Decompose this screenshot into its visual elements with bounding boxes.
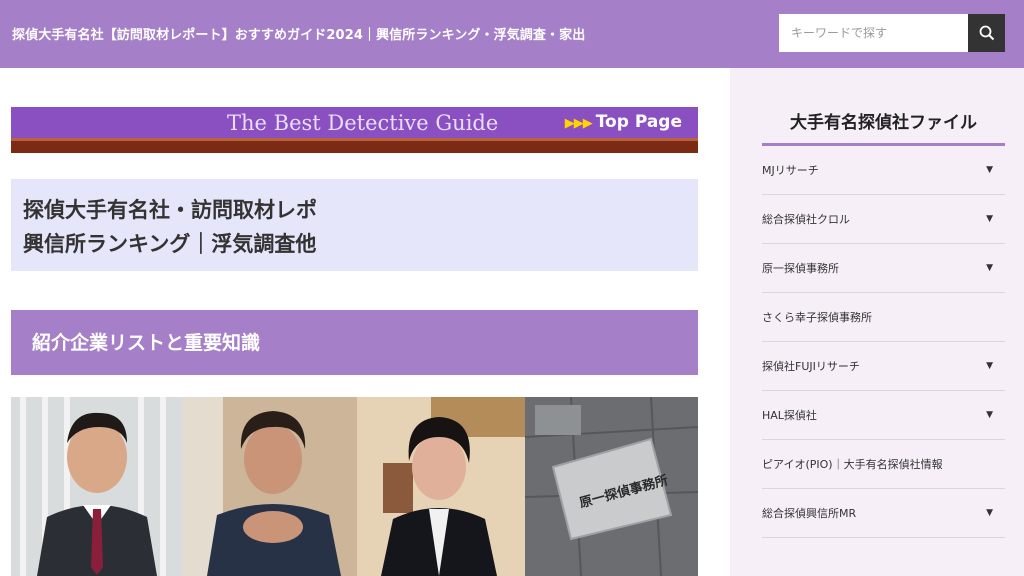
section-title: 紹介企業リストと重要知識 [32, 332, 261, 354]
chevron-down-icon[interactable]: ▼ [986, 165, 993, 175]
top-page-link[interactable]: ▶▶▶ Top Page [565, 112, 682, 132]
site-title[interactable]: 探偵大手有名社【訪問取材レポート】おすすめガイド2024｜興信所ランキング・浮気… [12, 24, 585, 43]
sidebar: 大手有名探偵社ファイル MJリサーチ ▼ 総合探偵社クロル ▼ 原一探偵事務所 ▼ さ… [730, 68, 1024, 576]
sidebar-title: 大手有名探偵社ファイル [790, 113, 977, 133]
sidebar-list: MJリサーチ ▼ 総合探偵社クロル ▼ 原一探偵事務所 ▼ さくら幸子探偵事務所 探偵… [762, 146, 1005, 538]
hero-photo: 原一探偵事務所 [11, 397, 698, 576]
top-page-label: Top Page [595, 112, 682, 132]
search-button[interactable] [968, 14, 1005, 52]
banner-text: The Best Detective Guide [227, 111, 499, 135]
main-content: The Best Detective Guide ▶▶▶ Top Page 探偵大… [0, 68, 730, 576]
sidebar-item-label: MJリサーチ [762, 164, 819, 177]
sidebar-item[interactable]: 探偵社FUJIリサーチ ▼ [762, 342, 1005, 391]
hero-photo-illustration: 原一探偵事務所 [11, 397, 698, 576]
sidebar-item[interactable]: 総合探偵社クロル ▼ [762, 195, 1005, 244]
search-input[interactable] [779, 14, 968, 52]
sidebar-item-label: 探偵社FUJIリサーチ [762, 360, 860, 373]
chevron-down-icon[interactable]: ▼ [986, 263, 993, 273]
chevron-down-icon[interactable]: ▼ [986, 214, 993, 224]
sidebar-item[interactable]: MJリサーチ ▼ [762, 146, 1005, 195]
sidebar-item[interactable]: さくら幸子探偵事務所 [762, 293, 1005, 342]
site-header: 探偵大手有名社【訪問取材レポート】おすすめガイド2024｜興信所ランキング・浮気… [0, 0, 1024, 68]
chevron-down-icon[interactable]: ▼ [986, 361, 993, 371]
sidebar-item[interactable]: 総合探偵興信所MR ▼ [762, 489, 1005, 538]
sidebar-item-label: 原一探偵事務所 [762, 262, 839, 275]
arrow-icon: ▶▶▶ [564, 116, 593, 131]
sidebar-item[interactable]: ピアイオ(PIO)｜大手有名探偵社情報 [762, 440, 1005, 489]
section-heading: 紹介企業リストと重要知識 [11, 310, 698, 375]
headline-line-2: 興信所ランキング｜浮気調査他 [23, 232, 317, 256]
headline-box: 探偵大手有名社・訪問取材レポ 興信所ランキング｜浮気調査他 [11, 179, 698, 271]
headline-line-1: 探偵大手有名社・訪問取材レポ [23, 198, 317, 222]
chevron-down-icon[interactable]: ▼ [986, 508, 993, 518]
search-icon [979, 25, 994, 41]
top-banner[interactable]: The Best Detective Guide ▶▶▶ Top Page [11, 107, 698, 153]
sidebar-item[interactable]: 原一探偵事務所 ▼ [762, 244, 1005, 293]
sidebar-item-label: HAL探偵社 [762, 409, 817, 422]
sidebar-item[interactable]: HAL探偵社 ▼ [762, 391, 1005, 440]
sidebar-item-label: 総合探偵興信所MR [762, 507, 857, 520]
sidebar-item-label: 総合探偵社クロル [762, 213, 850, 226]
banner-stripe-dark [11, 141, 698, 153]
sidebar-item-label: さくら幸子探偵事務所 [762, 311, 872, 324]
chevron-down-icon[interactable]: ▼ [986, 410, 993, 420]
sidebar-item-label: ピアイオ(PIO)｜大手有名探偵社情報 [762, 458, 943, 471]
